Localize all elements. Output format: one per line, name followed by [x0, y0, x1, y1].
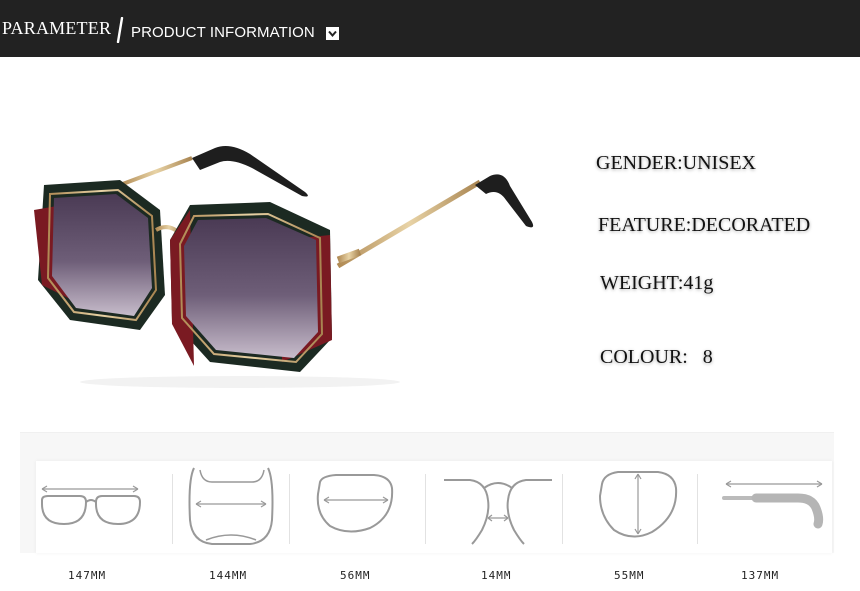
measurement-value: 137MM: [741, 569, 780, 582]
bridge-width-icon: [444, 479, 552, 545]
slash-divider-icon: [116, 17, 124, 43]
measurement-panel-inner: [36, 461, 832, 553]
spec-weight: WEIGHT:41g: [600, 272, 714, 294]
temple-length-icon: [722, 480, 824, 529]
measurement-divider: [172, 474, 173, 544]
chevron-down-icon[interactable]: [326, 27, 339, 40]
parameter-label: PARAMETER: [2, 18, 112, 38]
spec-colour: COLOUR: 8: [600, 346, 713, 368]
lens-width-icon: [316, 474, 394, 533]
measurement-divider: [289, 474, 290, 544]
measurement-divider: [697, 474, 698, 544]
measurement-divider: [425, 474, 426, 544]
measurement-divider: [562, 474, 563, 544]
measurement-value: 14MM: [481, 569, 512, 582]
measurement-value: 55MM: [614, 569, 645, 582]
temple-width-icon: [188, 467, 274, 545]
frame-width-icon: [41, 485, 142, 526]
sunglasses-product-image: [34, 146, 534, 388]
product-information-label: PRODUCT INFORMATION: [131, 24, 315, 41]
lens-height-icon: [598, 471, 678, 538]
measurement-value: 56MM: [340, 569, 371, 582]
measurement-value: 144MM: [209, 569, 248, 582]
header-bar: PARAMETER PRODUCT INFORMATION: [0, 0, 860, 57]
measurement-value: 147MM: [68, 569, 107, 582]
spec-gender: GENDER:UNISEX: [596, 152, 756, 174]
spec-feature: FEATURE:DECORATED: [598, 214, 811, 236]
